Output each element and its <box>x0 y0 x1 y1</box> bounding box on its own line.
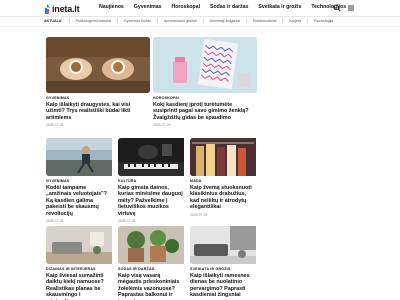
article-title[interactable]: Kaip visą vasarą mėgautis prieskoniniais… <box>118 273 184 300</box>
article-image-clothing-rack[interactable] <box>190 138 294 176</box>
topic-link[interactable]: Gyvenimo būdas <box>116 19 157 23</box>
topic-bar: AKTUALU: Psichologiniai testukai Gyvenim… <box>0 17 400 27</box>
article-category: MADA <box>190 179 202 183</box>
article-title[interactable]: Kaip išlaikyti draugystes, kai visi užim… <box>46 102 150 121</box>
article-card[interactable]: SODAS IR DARŽAS Kaip visą vasarą mėgauti… <box>118 226 184 300</box>
article-category: HOROSKOPAI <box>153 96 180 100</box>
article-card[interactable]: MADA Kaip žvemą stuoksnuoti klasikinius … <box>190 138 256 217</box>
article-title[interactable]: Kaip išlaikyti ramesnes dienas be nuolat… <box>190 273 256 299</box>
article-card[interactable]: SVEIKATA IR GROŽIS Kaip išlaikyti ramesn… <box>190 226 256 299</box>
article-card[interactable]: KULTŪRA Kaip gimsta dainos, kurias minės… <box>118 138 184 223</box>
article-card[interactable]: DIZAINAS IR INTERJERAS Kaip šviesai suma… <box>46 226 112 300</box>
article-title[interactable]: Kodėl tampame „amžinais veluotojais"? Ką… <box>46 185 112 217</box>
article-category: DIZAINAS IR INTERJERAS <box>46 267 96 271</box>
article-title[interactable]: Kaip žvemą stuoksnuoti klasikinius drabu… <box>190 185 256 211</box>
topic-link[interactable]: Psichologiniai testukai <box>68 19 117 23</box>
topic-link[interactable]: Psichologija <box>307 19 339 23</box>
site-header: ineta.lt Naujienos Gyvenimas Horoskopai … <box>0 0 400 17</box>
topic-link[interactable]: Elektromobiliai <box>246 19 282 23</box>
topic-link[interactable]: Dienimaji žvilgsniai <box>202 19 246 23</box>
article-title[interactable]: Kaip šviesai sumažinti daiktų kiekį namu… <box>46 273 112 300</box>
nav-item-horoskopai[interactable]: Horoskopai <box>171 4 200 10</box>
article-title[interactable]: Kaip gimsta dainos, kurias minėsime daug… <box>118 185 184 217</box>
article-image-zodiac-notebook[interactable] <box>153 37 257 93</box>
nav-item-gyvenimas[interactable]: Gyvenimas <box>134 4 162 10</box>
nav-item-sveikata[interactable]: Svetkata ir grožis <box>258 4 301 10</box>
article-category: SVEIKATA IR GROŽIS <box>190 267 231 271</box>
article-card[interactable]: GYVENIMAS Kaip išlaikyti draugystes, kai… <box>46 37 150 127</box>
article-title[interactable]: Kokį kasdienį įprotį turėtumėte susiprin… <box>153 102 257 121</box>
article-date: 2026-07-25 <box>46 219 64 224</box>
article-category: GYVENIMAS <box>46 96 70 100</box>
topic-link[interactable]: Aprocerkotos grožiai <box>156 19 203 23</box>
article-date: 2026-07-25 <box>118 219 136 224</box>
article-category: KULTŪRA <box>118 179 137 183</box>
article-date: 2026-07-25 <box>46 123 64 128</box>
nav-item-naujienos[interactable]: Naujienos <box>99 4 124 10</box>
nav-item-sodas[interactable]: Sodas ir daržas <box>210 4 248 10</box>
logo-mark-icon <box>45 3 50 14</box>
logo-text: ineta.lt <box>52 3 80 14</box>
site-logo[interactable]: ineta.lt <box>44 3 80 14</box>
article-card[interactable]: GYVENIMAS Kodėl tampame „amžinais veluot… <box>46 138 112 223</box>
main-nav: Naujienos Gyvenimas Horoskopai Sodas ir … <box>99 4 346 10</box>
search-icon[interactable] <box>333 4 341 12</box>
topic-link[interactable]: Karjera <box>282 19 307 23</box>
article-date: 2026-07-25 <box>153 123 171 128</box>
article-image-coffee-hands[interactable] <box>46 37 150 93</box>
article-card[interactable]: HOROSKOPAI Kokį kasdienį įprotį turėtumė… <box>153 37 257 127</box>
article-image-sofa-room[interactable] <box>190 226 294 264</box>
topic-bar-label: AKTUALU: <box>44 19 63 23</box>
article-category: GYVENIMAS <box>46 179 70 183</box>
article-category: SODAS IR DARŽAS <box>118 267 155 271</box>
menu-icon[interactable] <box>347 4 355 12</box>
article-date: 2026-07-25 <box>190 212 208 217</box>
